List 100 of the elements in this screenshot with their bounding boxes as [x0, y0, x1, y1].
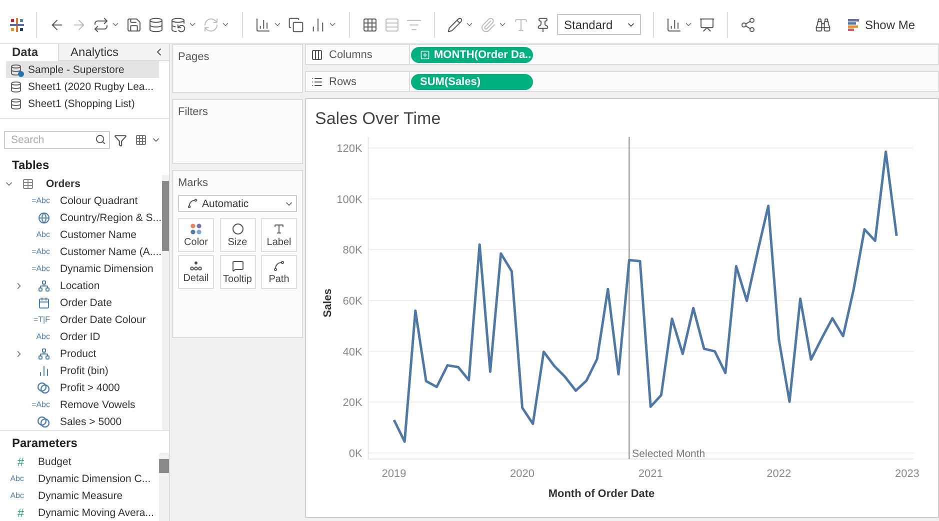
axis-tick-label: 100K: [336, 194, 362, 206]
field-item[interactable]: Profit (bin): [0, 362, 162, 379]
caret-icon[interactable]: [221, 20, 230, 29]
save-icon[interactable]: [126, 16, 142, 32]
data-type-icon: =Abc: [32, 196, 50, 205]
marks-button[interactable]: Label: [261, 218, 297, 252]
bar-chart-icon[interactable]: [255, 16, 271, 32]
marks-button[interactable]: Tooltip: [220, 255, 256, 289]
speech-bubble-icon: [232, 260, 244, 272]
data-source-item[interactable]: Sheet1 (2020 Rugby Lea...: [6, 78, 159, 95]
data-source-item[interactable]: Sample - Superstore: [6, 61, 159, 78]
presentation-icon[interactable]: [699, 16, 715, 32]
grid-icon[interactable]: [135, 134, 147, 146]
scrollbar[interactable]: [159, 453, 169, 521]
axis-tick-label: 2021: [638, 468, 663, 480]
axis-tick-label: 2019: [382, 468, 406, 480]
field-item[interactable]: =T|F Order Date Colour: [0, 311, 162, 328]
caret-icon[interactable]: [684, 20, 693, 29]
card-title: Filters: [178, 106, 209, 118]
view-size-dropdown[interactable]: Standard: [557, 14, 641, 35]
database-icon[interactable]: [170, 16, 186, 32]
loop-arrow-icon[interactable]: [93, 16, 109, 32]
table-item[interactable]: Orders: [0, 175, 162, 192]
search-icon: [95, 134, 106, 145]
field-item[interactable]: Abc Customer Name: [0, 226, 162, 243]
caret-icon[interactable]: [498, 20, 507, 29]
data-type-icon: #: [17, 506, 24, 520]
field-item[interactable]: =Abc Remove Vowels: [0, 396, 162, 413]
data-source-item[interactable]: Sheet1 (Shopping List): [6, 95, 159, 112]
caret-icon[interactable]: [188, 20, 197, 29]
reference-line-label: Selected Month: [632, 448, 706, 460]
share-icon[interactable]: [740, 16, 756, 32]
globe-icon: [38, 212, 50, 224]
bar-chart-icon[interactable]: [666, 16, 682, 32]
field-item[interactable]: =Abc Dynamic Dimension: [0, 260, 162, 277]
card-title: Pages: [178, 51, 210, 63]
caret-icon[interactable]: [328, 20, 337, 29]
field-item[interactable]: Location: [0, 277, 162, 294]
field-item[interactable]: Order Date: [0, 294, 162, 311]
filter-icon[interactable]: [114, 134, 127, 146]
caret-icon[interactable]: [465, 20, 474, 29]
shelf[interactable]: Columns MONTH(Order Da..: [305, 44, 939, 65]
caret-icon[interactable]: [273, 20, 282, 29]
marks-button[interactable]: Path: [261, 255, 297, 289]
bar-chart-icon[interactable]: [310, 16, 326, 32]
parameter-item[interactable]: # Dynamic Moving Avera...: [0, 504, 159, 521]
marks-button[interactable]: Detail: [178, 255, 214, 289]
bars-icon: [848, 18, 860, 30]
scrollbar[interactable]: [162, 175, 169, 430]
calendar-icon: [38, 296, 50, 308]
marks-button[interactable]: Color: [178, 218, 214, 252]
binoculars-icon: [814, 16, 831, 32]
parameter-item[interactable]: # Budget: [0, 453, 159, 470]
database-icon[interactable]: [148, 16, 164, 32]
field-item[interactable]: Abc Order ID: [0, 328, 162, 345]
field-item[interactable]: =Abc Customer Name (A....: [0, 243, 162, 260]
data-type-icon: =Abc: [32, 400, 50, 409]
data-type-icon: Abc: [36, 230, 50, 239]
field-item[interactable]: Profit > 4000: [0, 379, 162, 396]
data-type-icon: Abc: [36, 332, 50, 341]
data-type-icon: #: [17, 454, 24, 468]
axis-tick-label: 80K: [342, 244, 362, 257]
field-item[interactable]: Sales > 5000: [0, 413, 162, 430]
axis-tick-label: 20K: [342, 397, 362, 410]
shelf-label: Rows: [329, 76, 357, 88]
search-field[interactable]: Search: [4, 131, 110, 149]
logo-icon[interactable]: [10, 18, 24, 32]
duplicate-icon[interactable]: [288, 16, 304, 32]
plus-box-icon: [420, 50, 430, 60]
axis-tick-label: 2023: [894, 468, 920, 480]
caret-icon[interactable]: [111, 20, 120, 29]
axis-tick-label: 40K: [342, 346, 362, 358]
circle-icon: [232, 222, 244, 234]
table-icon: [22, 178, 34, 190]
color-dots-icon: [190, 222, 202, 234]
data-type-icon: =Abc: [32, 264, 50, 273]
marks-button[interactable]: Size: [220, 218, 256, 252]
paperclip-icon[interactable]: [480, 16, 496, 32]
shelf-label: Columns: [329, 48, 372, 60]
dots-icon: [190, 260, 202, 270]
field-item[interactable]: =Abc Colour Quadrant: [0, 192, 162, 209]
field-item[interactable]: Product: [0, 345, 162, 362]
axis-tick-label: 2022: [766, 468, 792, 480]
axis-tick-label: 0K: [348, 448, 362, 460]
show-me-button[interactable]: Show Me: [808, 16, 921, 34]
set-icon: [37, 382, 50, 394]
parameter-item[interactable]: Abc Dynamic Measure: [0, 487, 159, 504]
pane-tab[interactable]: Analytics: [58, 44, 153, 61]
field-item[interactable]: Country/Region & S...: [0, 209, 162, 226]
mark-type-dropdown[interactable]: Automatic: [178, 195, 297, 212]
pen-icon[interactable]: [447, 16, 463, 32]
view-title: Sales Over Time: [314, 108, 442, 130]
text-icon: [273, 222, 285, 234]
grid-icon[interactable]: [362, 16, 378, 32]
shelf[interactable]: Rows SUM(Sales): [305, 71, 939, 92]
parameter-item[interactable]: Abc Dynamic Dimension C...: [0, 470, 159, 487]
data-type-icon: Abc: [10, 474, 24, 483]
database-icon: [10, 98, 22, 110]
line-icon: [187, 198, 198, 209]
pin-icon[interactable]: [535, 16, 551, 32]
